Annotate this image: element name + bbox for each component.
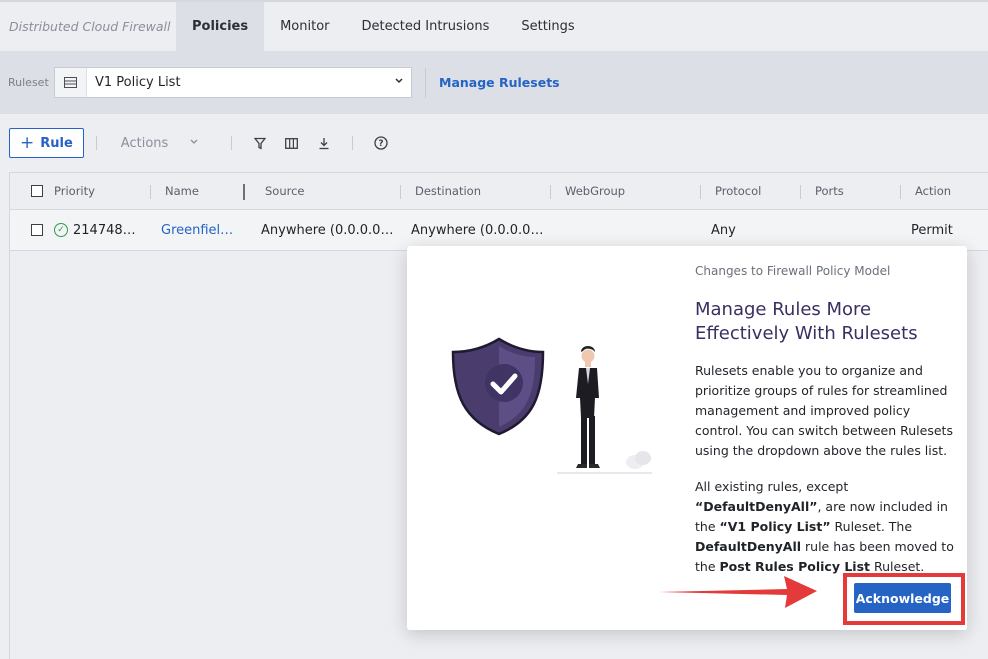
ruleset-label: Ruleset bbox=[8, 76, 49, 89]
top-nav: Distributed Cloud Firewall Policies Moni… bbox=[0, 0, 988, 51]
shield-check-icon bbox=[451, 337, 545, 436]
col-source[interactable]: Source bbox=[265, 173, 305, 209]
help-icon[interactable]: ? bbox=[365, 128, 397, 158]
modal-title: Manage Rules More Effectively With Rules… bbox=[695, 299, 918, 344]
divider bbox=[900, 185, 901, 199]
ruleset-selected-value: V1 Policy List bbox=[95, 75, 181, 90]
download-icon[interactable] bbox=[308, 128, 340, 158]
divider bbox=[95, 136, 97, 150]
illustration bbox=[447, 336, 657, 490]
destination-cell: Anywhere (0.0.0.0… bbox=[411, 222, 544, 238]
col-priority[interactable]: Priority bbox=[54, 173, 95, 209]
divider bbox=[700, 185, 701, 199]
columns-icon[interactable] bbox=[276, 128, 308, 158]
add-rule-label: Rule bbox=[40, 135, 73, 151]
actions-dropdown[interactable]: Actions bbox=[109, 136, 219, 151]
divider bbox=[550, 185, 551, 199]
divider bbox=[150, 185, 151, 199]
divider bbox=[425, 67, 426, 98]
table-row[interactable]: ✓ 214748… Greenfiel… Anywhere (0.0.0.0… … bbox=[10, 210, 988, 251]
column-resize-handle[interactable] bbox=[243, 184, 245, 200]
row-checkbox[interactable] bbox=[31, 210, 43, 250]
chevron-down-icon bbox=[190, 138, 198, 148]
modal-paragraph-2: All existing rules, except “DefaultDenyA… bbox=[695, 479, 954, 574]
col-ports[interactable]: Ports bbox=[815, 173, 844, 209]
divider bbox=[400, 185, 401, 199]
person-illustration bbox=[557, 346, 652, 474]
col-webgroup[interactable]: WebGroup bbox=[565, 173, 625, 209]
rule-name-link[interactable]: Greenfiel… bbox=[161, 210, 241, 250]
source-cell: Anywhere (0.0.0.0… bbox=[261, 222, 394, 238]
table-header: Priority Name Source Destination WebGrou… bbox=[10, 172, 988, 210]
priority-cell: ✓ 214748… bbox=[54, 210, 144, 250]
ruleset-select[interactable]: V1 Policy List bbox=[54, 67, 412, 98]
divider bbox=[230, 136, 232, 150]
webgroup-cell bbox=[561, 210, 691, 250]
modal-paragraph-1: Rulesets enable you to organize and prio… bbox=[695, 363, 953, 458]
chevron-down-icon bbox=[395, 76, 403, 87]
highlight-box bbox=[843, 573, 965, 625]
action-cell: Permit bbox=[911, 222, 953, 238]
manage-rulesets-link[interactable]: Manage Rulesets bbox=[439, 75, 560, 90]
check-circle-icon: ✓ bbox=[54, 223, 68, 237]
col-destination[interactable]: Destination bbox=[415, 173, 481, 209]
priority-value: 214748… bbox=[73, 222, 136, 238]
actions-label: Actions bbox=[120, 135, 169, 151]
svg-text:?: ? bbox=[378, 139, 383, 149]
tab-monitor[interactable]: Monitor bbox=[264, 2, 345, 51]
annotation-arrow bbox=[657, 572, 822, 616]
add-rule-button[interactable]: + Rule bbox=[9, 128, 84, 158]
col-action[interactable]: Action bbox=[915, 173, 951, 209]
divider bbox=[800, 185, 801, 199]
col-protocol[interactable]: Protocol bbox=[715, 173, 761, 209]
list-icon bbox=[55, 68, 87, 97]
col-name[interactable]: Name bbox=[165, 173, 199, 209]
protocol-cell: Any bbox=[711, 222, 736, 238]
select-all-checkbox[interactable] bbox=[31, 173, 43, 209]
filter-icon[interactable] bbox=[244, 128, 276, 158]
divider bbox=[351, 136, 353, 150]
plus-icon: + bbox=[20, 132, 35, 153]
modal-eyebrow: Changes to Firewall Policy Model bbox=[695, 264, 891, 278]
toolbar: + Rule Actions ? bbox=[0, 114, 988, 172]
tab-detected-intrusions[interactable]: Detected Intrusions bbox=[346, 2, 506, 51]
product-name: Distributed Cloud Firewall bbox=[9, 19, 171, 34]
tab-policies[interactable]: Policies bbox=[176, 2, 265, 51]
tab-settings[interactable]: Settings bbox=[505, 2, 590, 51]
ruleset-bar: Ruleset V1 Policy List Manage Rulesets bbox=[0, 51, 988, 114]
